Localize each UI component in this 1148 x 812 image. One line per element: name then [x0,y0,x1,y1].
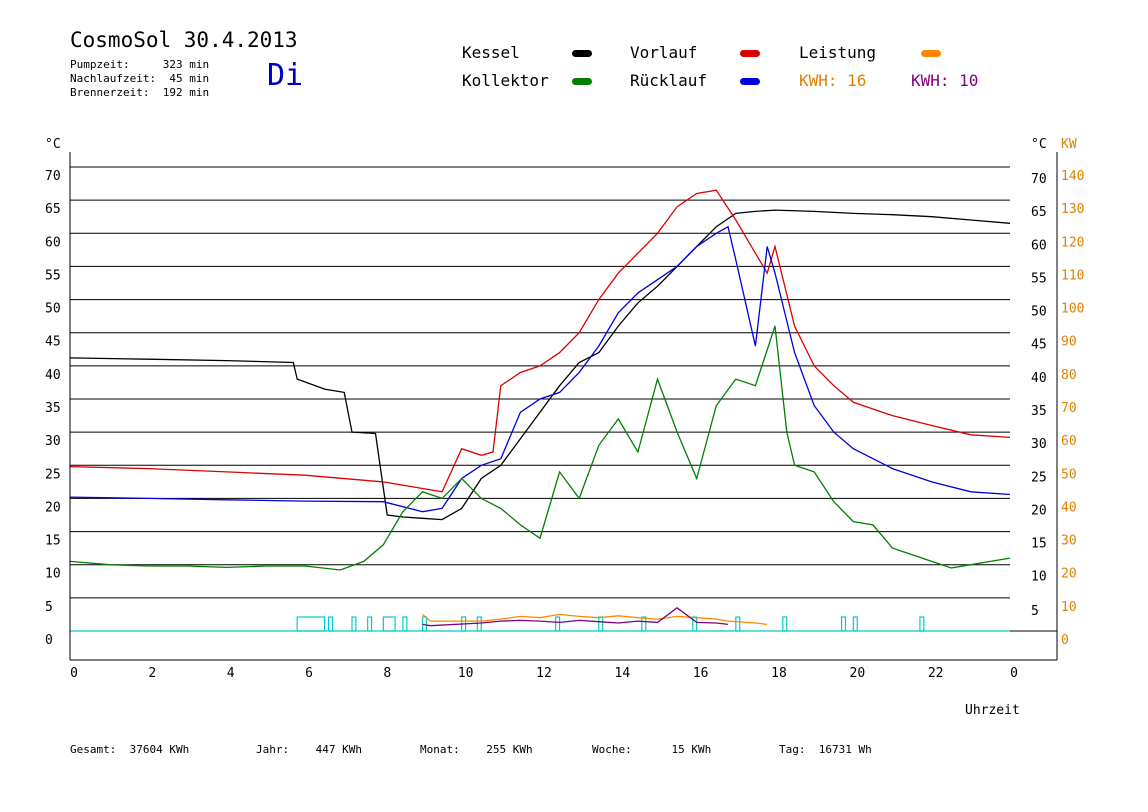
footer-gesamt: Gesamt: 37604 KWh [70,743,190,756]
x-tick: 0 [70,666,78,681]
pump-block [919,616,925,632]
pump-block [555,616,561,632]
y-tick-left: 25 [45,467,61,482]
y-tick-right-power: 120 [1061,235,1084,250]
x-tick: 18 [771,666,787,681]
y-tick-left: 30 [45,434,61,449]
pump-block [327,616,334,632]
y-tick-right-temp: 35 [1031,404,1047,419]
y-tick-right-power: 10 [1061,600,1077,615]
y-tick-right-temp: 65 [1031,205,1047,220]
y-tick-right-low: 5 [1031,604,1039,619]
y-tick-right-power: 20 [1061,567,1077,582]
footer-tag: Tag: 16731 Wh [779,743,872,756]
pump-block [367,616,373,632]
y-tick-right-temp: 25 [1031,470,1047,485]
y-tick-right-temp: 60 [1031,238,1047,253]
y-tick-right-temp: 30 [1031,437,1047,452]
x-tick: 2 [148,666,156,681]
x-tick: 16 [693,666,709,681]
pump-block [840,616,847,632]
y-tick-left: 45 [45,335,61,350]
pump-block [782,616,788,632]
pump-block [735,616,741,632]
y-tick-left: 55 [45,268,61,283]
pump-block [852,616,858,632]
footer-woche: Woche: 15 KWh [592,743,712,756]
y-tick-right-power: 140 [1061,169,1084,184]
y-unit-right-power: KW [1061,137,1077,152]
x-tick: 14 [615,666,631,681]
x-tick: 0 [1010,666,1018,681]
pump-block [641,616,647,632]
pump-block [402,616,408,632]
pump-block [351,616,357,632]
y-tick-right-power: 50 [1061,467,1077,482]
y-tick-left: 60 [45,235,61,250]
x-tick: 4 [227,666,235,681]
y-tick-right-power: 80 [1061,368,1077,383]
series-line-kollektor [69,325,1011,571]
y-tick-left: 65 [45,202,61,217]
y-tick-left: 10 [45,567,61,582]
y-tick-right-power: 100 [1061,302,1084,317]
y-tick-right-temp: 15 [1031,537,1047,552]
y-unit-right-temp: °C [1031,137,1047,152]
pump-block [382,616,396,632]
y-tick-left: 0 [45,633,53,648]
y-tick-left: 35 [45,401,61,416]
y-tick-right-temp: 10 [1031,570,1047,585]
pump-block [598,616,604,632]
y-tick-right-power: 130 [1061,202,1084,217]
y-tick-right-power: 110 [1061,268,1084,283]
x-tick: 10 [458,666,474,681]
y-tick-left: 40 [45,368,61,383]
x-tick: 20 [850,666,866,681]
x-tick: 12 [536,666,552,681]
y-unit-left: °C [45,137,61,152]
y-tick-left: 15 [45,534,61,549]
y-tick-right-power: 60 [1061,434,1077,449]
y-tick-right-power: 70 [1061,401,1077,416]
x-tick: 8 [383,666,391,681]
y-tick-right-power: 0 [1061,633,1069,648]
y-tick-right-temp: 40 [1031,371,1047,386]
x-axis-label: Uhrzeit [965,703,1020,718]
y-tick-left: 5 [45,600,53,615]
footer-monat: Monat: 255 KWh [420,743,533,756]
y-tick-left: 20 [45,500,61,515]
pump-block [296,616,326,632]
y-tick-right-power: 30 [1061,534,1077,549]
y-tick-right-power: 90 [1061,335,1077,350]
series-line-r-cklauf [69,225,1011,513]
y-tick-right-temp: 45 [1031,338,1047,353]
series-line-vorlauf [69,189,1011,493]
y-tick-right-temp: 55 [1031,271,1047,286]
y-tick-right-temp: 70 [1031,172,1047,187]
pump-block [476,616,482,632]
y-tick-right-power: 40 [1061,500,1077,515]
x-tick: 6 [305,666,313,681]
y-tick-right-temp: 50 [1031,305,1047,320]
y-tick-right-temp: 20 [1031,503,1047,518]
series-line-kessel [69,209,1011,521]
y-tick-left: 50 [45,302,61,317]
x-tick: 22 [928,666,944,681]
temperature-chart: 0510152025303540455055606570°C1015202530… [45,137,1084,718]
y-tick-left: 70 [45,169,61,184]
footer-jahr: Jahr: 447 KWh [256,743,362,756]
